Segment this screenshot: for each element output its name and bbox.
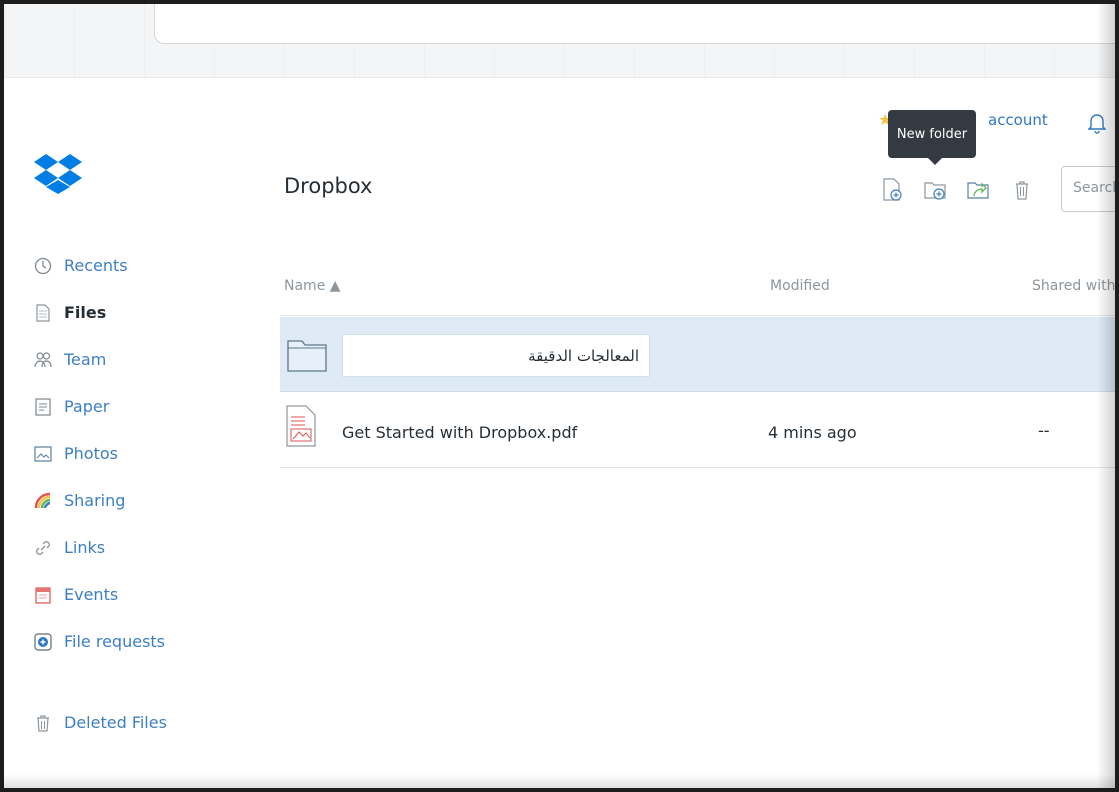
pdf-file-icon bbox=[286, 405, 316, 451]
file-shared-with: -- bbox=[1038, 421, 1050, 440]
sidebar-item-label: Photos bbox=[64, 444, 118, 463]
sidebar-item-label: Events bbox=[64, 585, 119, 604]
sidebar-item-links[interactable]: Links bbox=[34, 524, 254, 571]
clock-icon bbox=[34, 257, 52, 275]
sidebar-item-label: Paper bbox=[64, 397, 110, 416]
sidebar-item-photos[interactable]: Photos bbox=[34, 430, 254, 477]
sidebar-item-team[interactable]: Team bbox=[34, 336, 254, 383]
file-modified: 4 mins ago bbox=[768, 423, 857, 442]
column-name[interactable]: Name ▲ bbox=[284, 278, 341, 294]
sidebar-item-deleted-files[interactable]: Deleted Files bbox=[34, 699, 254, 746]
table-row[interactable]: Get Started with Dropbox.pdf 4 mins ago … bbox=[280, 394, 1115, 468]
sidebar-item-label: Files bbox=[64, 303, 107, 322]
delete-button[interactable] bbox=[1009, 177, 1035, 203]
sidebar-item-file-requests[interactable]: File requests bbox=[34, 618, 254, 665]
column-modified[interactable]: Modified bbox=[770, 278, 830, 294]
trash-icon bbox=[34, 714, 52, 732]
browser-top-strip bbox=[4, 4, 1115, 78]
table-header: Name ▲ Modified Shared with bbox=[280, 266, 1115, 316]
browser-frame: Recents Files Team Paper Photos Sharing … bbox=[0, 0, 1119, 792]
sidebar-item-label: Deleted Files bbox=[64, 713, 167, 732]
folder-icon bbox=[286, 335, 328, 377]
sidebar-item-label: Team bbox=[64, 350, 107, 369]
shared-folder-button[interactable] bbox=[966, 177, 992, 203]
page-title: Dropbox bbox=[284, 174, 373, 198]
sidebar-item-label: File requests bbox=[64, 632, 166, 651]
address-bar[interactable] bbox=[154, 4, 1115, 44]
sidebar-item-label: Sharing bbox=[64, 491, 126, 510]
events-icon bbox=[34, 586, 52, 604]
new-folder-button[interactable] bbox=[923, 177, 949, 203]
toolbar bbox=[880, 177, 1035, 203]
dropbox-logo[interactable] bbox=[34, 154, 82, 194]
sidebar: Recents Files Team Paper Photos Sharing … bbox=[34, 242, 254, 746]
sidebar-item-paper[interactable]: Paper bbox=[34, 383, 254, 430]
sharing-icon bbox=[34, 492, 52, 510]
files-icon bbox=[34, 303, 52, 322]
sidebar-item-sharing[interactable]: Sharing bbox=[34, 477, 254, 524]
account-link[interactable]: account bbox=[988, 111, 1048, 129]
sidebar-item-files[interactable]: Files bbox=[34, 289, 254, 336]
new-folder-row[interactable] bbox=[280, 317, 1115, 392]
file-name[interactable]: Get Started with Dropbox.pdf bbox=[342, 423, 577, 442]
photos-icon bbox=[34, 445, 52, 463]
sidebar-item-events[interactable]: Events bbox=[34, 571, 254, 618]
edge-shadow bbox=[4, 774, 1115, 788]
sidebar-item-recents[interactable]: Recents bbox=[34, 242, 254, 289]
new-folder-tooltip: New folder bbox=[888, 110, 976, 165]
edge-shadow bbox=[1097, 4, 1115, 788]
link-icon bbox=[34, 539, 52, 557]
sidebar-item-label: Recents bbox=[64, 256, 128, 275]
new-file-button[interactable] bbox=[880, 177, 906, 203]
team-icon bbox=[34, 351, 52, 369]
paper-icon bbox=[34, 397, 52, 416]
folder-name-input[interactable] bbox=[342, 334, 650, 377]
sidebar-item-label: Links bbox=[64, 538, 106, 557]
file-requests-icon bbox=[34, 632, 52, 651]
